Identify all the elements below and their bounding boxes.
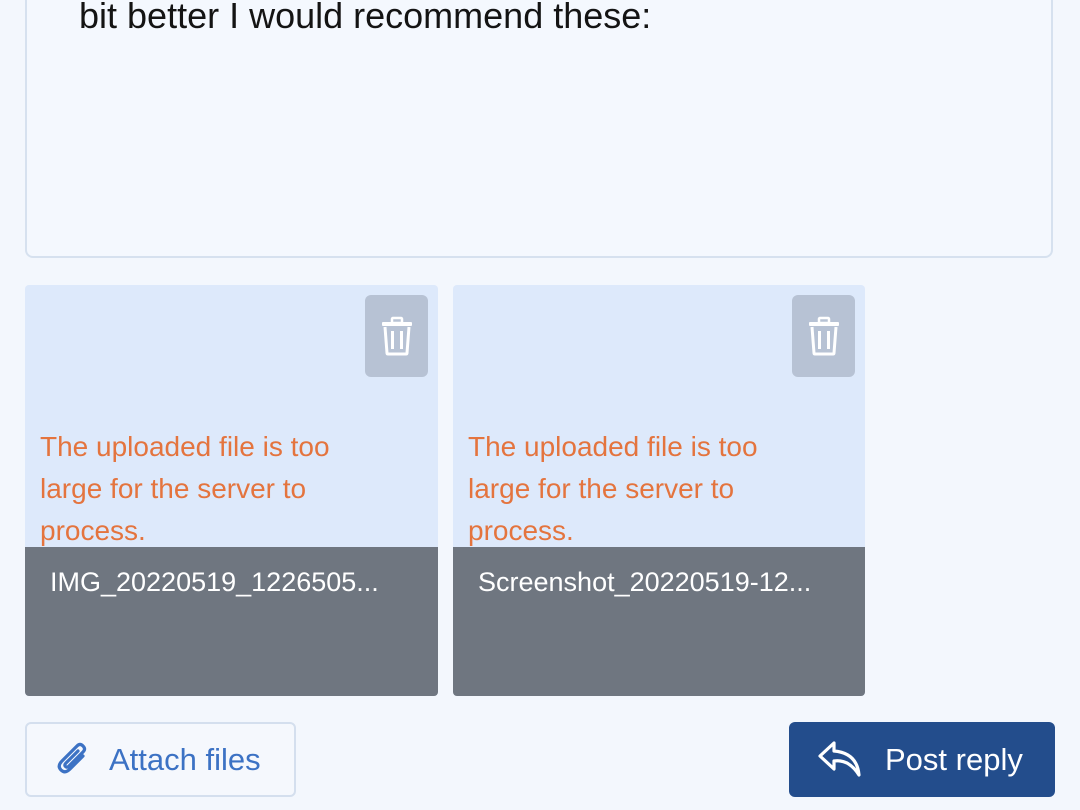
attach-files-label: Attach files (109, 741, 261, 777)
file-name-bar: Screenshot_20220519-12... (453, 547, 865, 696)
attachment-card: The uploaded file is too large for the s… (25, 285, 438, 696)
attach-files-button[interactable]: Attach files (25, 722, 296, 797)
attachment-card: The uploaded file is too large for the s… (453, 285, 865, 696)
delete-attachment-button[interactable] (792, 295, 855, 377)
trash-icon (808, 316, 839, 356)
file-name: IMG_20220519_1226505... (50, 567, 379, 597)
reply-form: bit better I would recommend these: The … (0, 0, 1080, 810)
delete-attachment-button[interactable] (365, 295, 428, 377)
paperclip-icon (53, 740, 93, 780)
file-name-bar: IMG_20220519_1226505... (25, 547, 438, 696)
message-editor[interactable]: bit better I would recommend these: (25, 0, 1053, 258)
editor-text[interactable]: bit better I would recommend these: (79, 0, 651, 40)
upload-error-message: The uploaded file is too large for the s… (468, 431, 758, 546)
file-name: Screenshot_20220519-12... (478, 567, 812, 597)
post-reply-button[interactable]: Post reply (789, 722, 1055, 797)
reply-arrow-icon (817, 739, 863, 781)
upload-error-message: The uploaded file is too large for the s… (40, 431, 330, 546)
post-reply-label: Post reply (885, 741, 1023, 777)
trash-icon (381, 316, 412, 356)
